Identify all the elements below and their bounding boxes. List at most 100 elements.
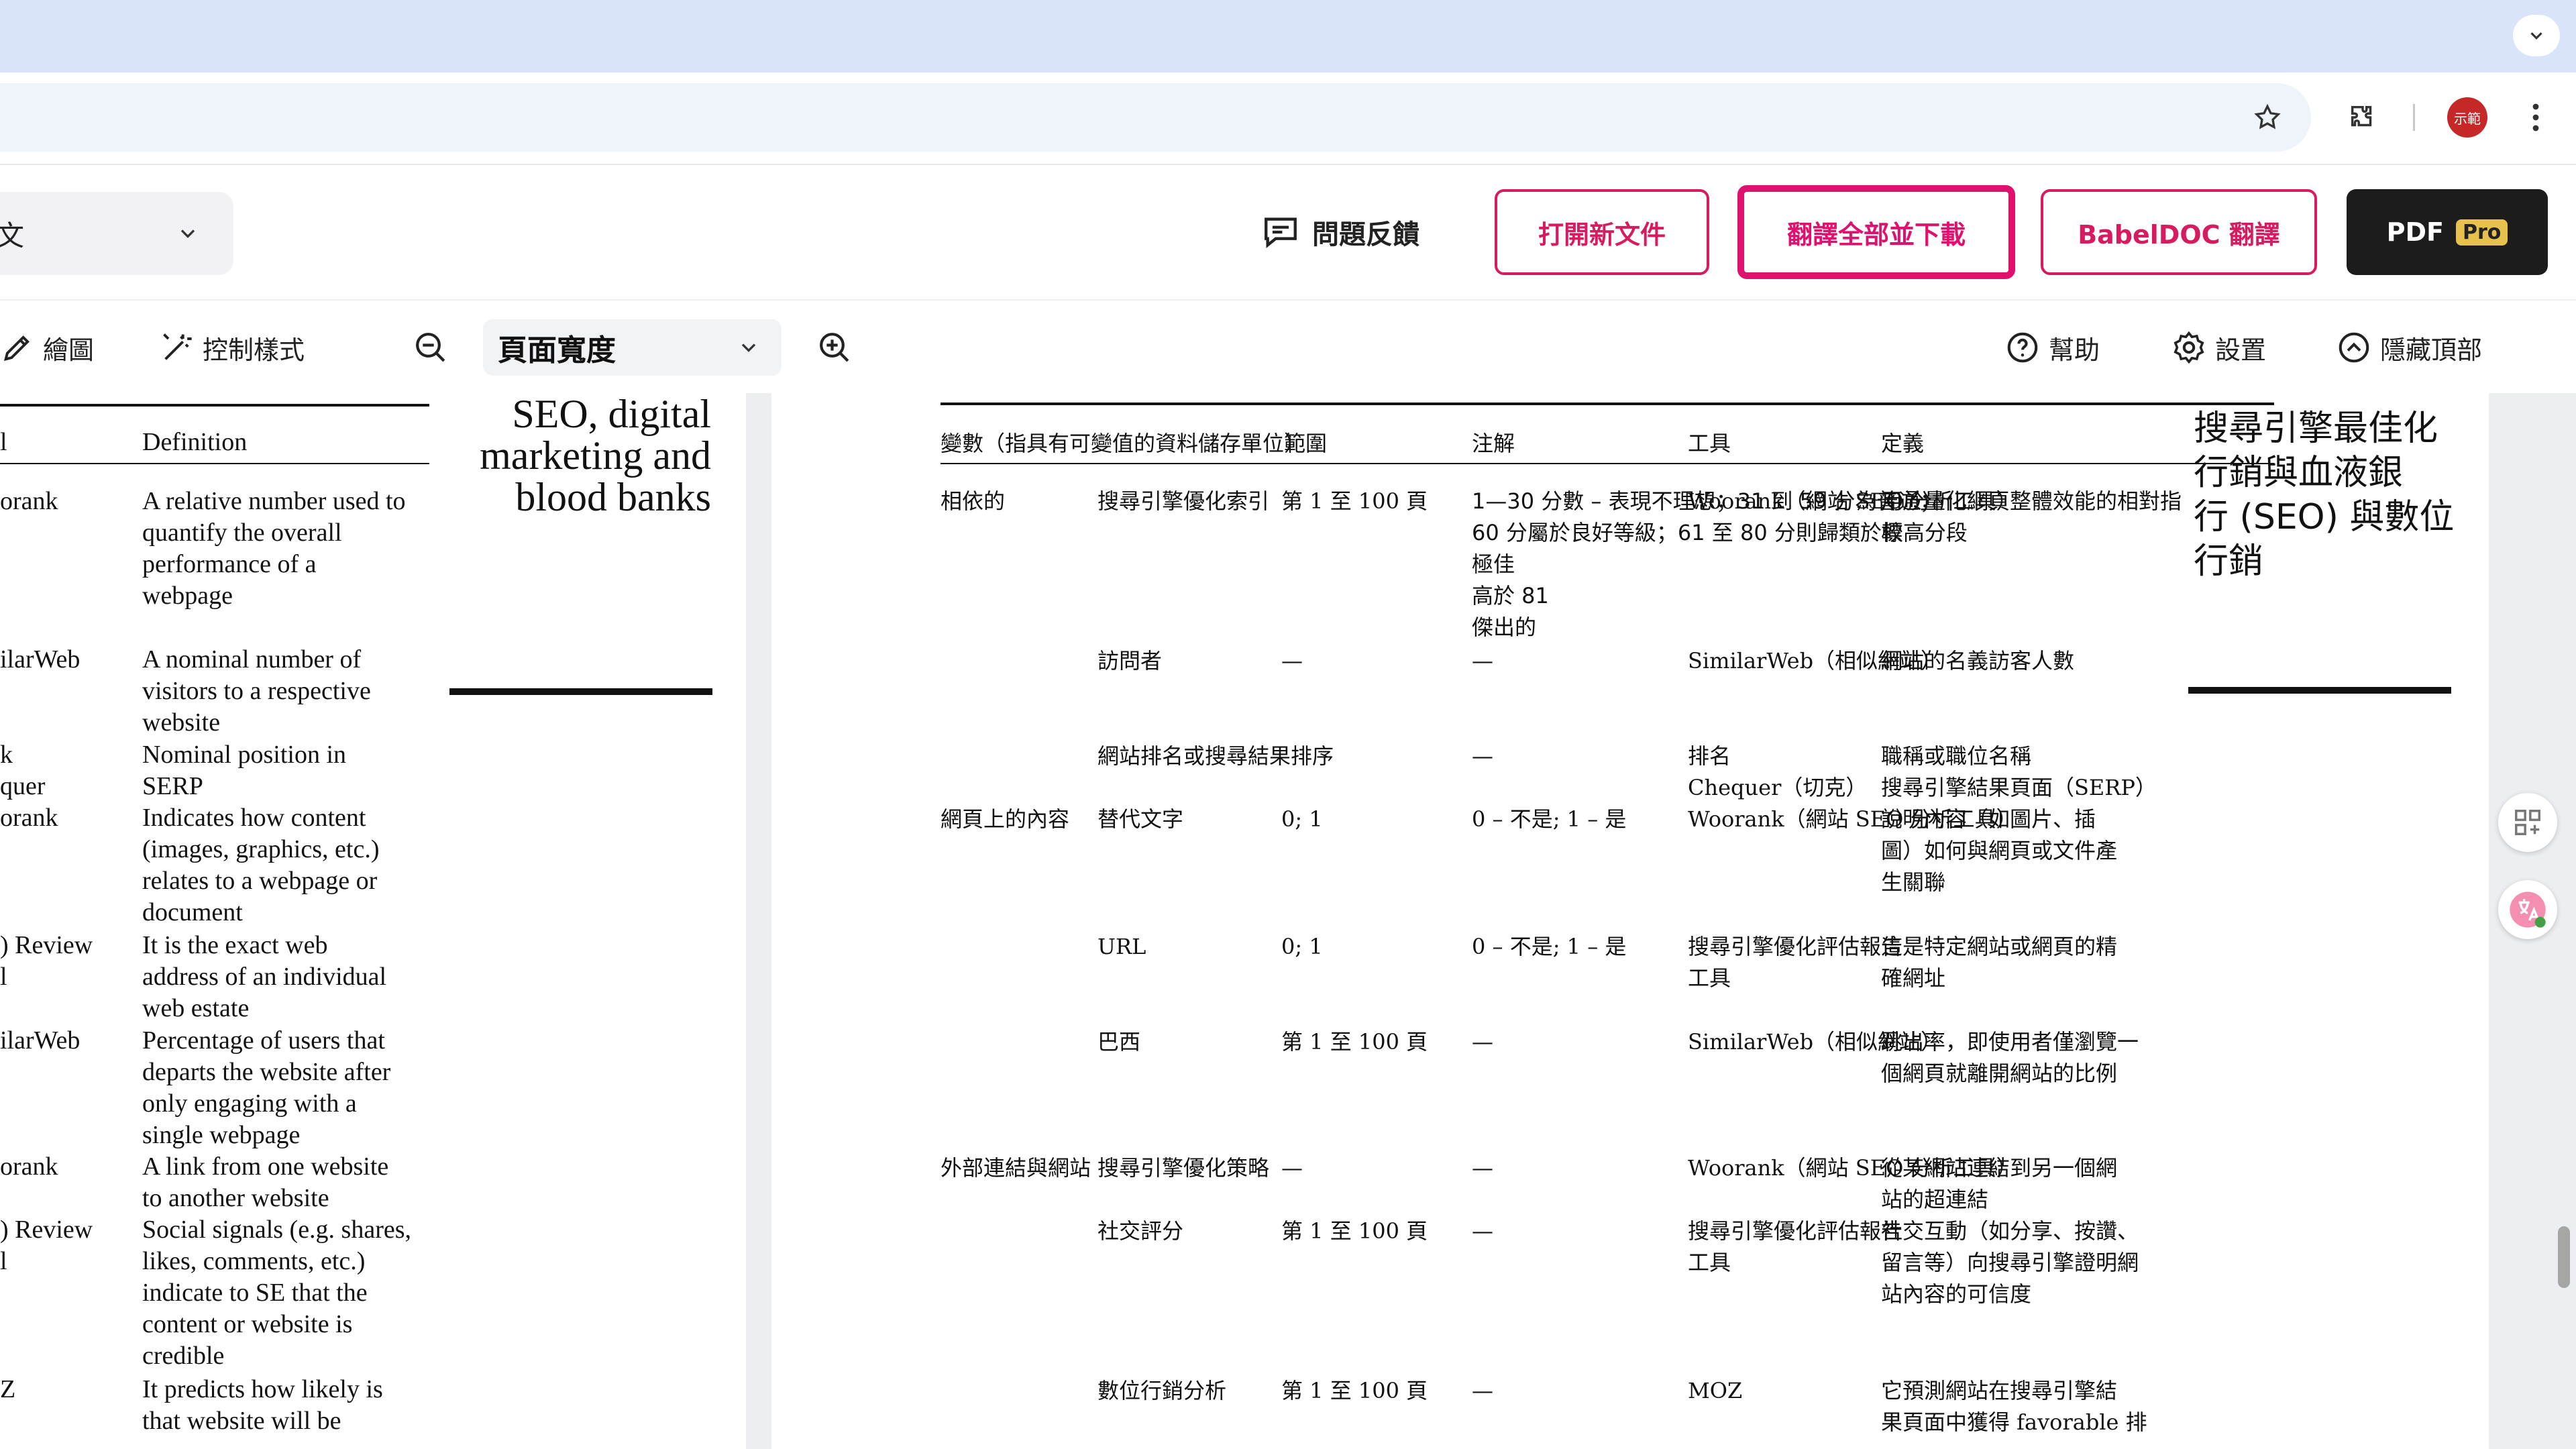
right-row-definition: 跳出率，即使用者僅瀏覽一 個網頁就離開網站的比例 bbox=[1881, 1029, 2139, 1086]
right-header-notes: 注解 bbox=[1472, 431, 1515, 456]
table-header-rule bbox=[0, 463, 429, 464]
browser-menu-icon[interactable] bbox=[2514, 96, 2557, 139]
open-new-file-label: 打開新文件 bbox=[1538, 219, 1666, 250]
right-row-tool: 排名 Chequer（切克） bbox=[1688, 743, 1868, 800]
right-row-range: 0; 1 bbox=[1281, 934, 1323, 959]
left-row-tool: k quer bbox=[0, 741, 46, 800]
left-row-tool: orank bbox=[0, 804, 58, 832]
address-bar[interactable] bbox=[0, 83, 2311, 152]
language-select[interactable]: 文 bbox=[0, 192, 233, 275]
language-select-value: 文 bbox=[0, 219, 25, 252]
translate-icon bbox=[2510, 892, 2546, 928]
feedback-label: 問題反饋 bbox=[1312, 219, 1419, 250]
sidebar-thick-rule bbox=[449, 688, 712, 695]
right-row-category: 相依的 bbox=[941, 488, 1006, 514]
left-row-definition: Percentage of users that departs the web… bbox=[142, 1026, 391, 1149]
left-header-tool: l bbox=[0, 428, 7, 456]
help-button[interactable]: 幫助 bbox=[2004, 326, 2100, 369]
left-row-definition: Indicates how content (images, graphics,… bbox=[142, 804, 380, 926]
draw-tool-button[interactable]: 繪圖 bbox=[0, 326, 94, 369]
bookmark-star-icon[interactable] bbox=[2246, 96, 2289, 139]
left-row-definition: A nominal number of visitors to a respec… bbox=[142, 645, 371, 737]
right-row-notes: — bbox=[1472, 1155, 1493, 1181]
left-row-tool: ) Review l bbox=[0, 1216, 93, 1275]
translate-widget-button[interactable] bbox=[2498, 880, 2557, 939]
settings-button[interactable]: 設置 bbox=[2171, 326, 2266, 369]
feedback-chat-icon bbox=[1265, 217, 1297, 248]
right-row-range: 第 1 至 100 頁 bbox=[1281, 1218, 1428, 1244]
original-page: l Definition SEO, digital marketing and … bbox=[0, 393, 746, 1449]
hide-top-label: 隱藏頂部 bbox=[2380, 335, 2483, 365]
right-row-variable: 巴西 bbox=[1097, 1029, 1141, 1055]
draw-pencil-icon bbox=[3, 335, 30, 362]
zoom-in-icon bbox=[820, 333, 849, 362]
left-row-definition: Nominal position in SERP bbox=[142, 741, 346, 800]
left-row-tool: ) Review l bbox=[0, 931, 93, 991]
right-row-variable: 數位行銷分析 bbox=[1097, 1378, 1227, 1403]
right-row-category: 外部連結與網站 bbox=[941, 1155, 1091, 1181]
right-row-range: 0; 1 bbox=[1281, 806, 1323, 832]
right-row-notes: — bbox=[1472, 1029, 1493, 1055]
right-row-range: 第 1 至 100 頁 bbox=[1281, 1378, 1428, 1403]
right-row-range: 第 1 至 100 頁 bbox=[1281, 1029, 1428, 1055]
extensions-puzzle-icon[interactable] bbox=[2341, 96, 2384, 139]
pdf-label: PDF bbox=[2386, 217, 2444, 247]
right-row-variable: 網站排名或搜尋結果排序 bbox=[1097, 743, 1334, 769]
pro-badge: Pro bbox=[2455, 219, 2508, 246]
right-row-notes: — bbox=[1472, 648, 1493, 674]
left-row-definition: A link from one website to another websi… bbox=[142, 1152, 389, 1212]
left-sidebar-title: SEO, digital marketing and blood banks bbox=[480, 392, 711, 519]
pdf-pro-button[interactable]: PDF Pro bbox=[2347, 189, 2548, 275]
profile-avatar-button[interactable]: 示範 bbox=[2447, 97, 2487, 138]
right-header-tool: 工具 bbox=[1688, 431, 1731, 456]
right-header-definition: 定義 bbox=[1881, 431, 1925, 456]
babeldoc-label: BabelDOC 翻譯 bbox=[2078, 219, 2280, 250]
zoom-out-button[interactable] bbox=[412, 329, 449, 369]
right-row-variable: 訪問者 bbox=[1097, 648, 1163, 674]
zoom-level-select[interactable]: 頁面寬度 bbox=[483, 319, 782, 376]
left-row-tool: Z bbox=[0, 1375, 16, 1403]
tab-search-button[interactable] bbox=[2513, 15, 2560, 56]
hide-top-button[interactable]: 隱藏頂部 bbox=[2336, 326, 2482, 369]
chevron-down-icon bbox=[741, 343, 756, 352]
right-row-definition: 社交互動（如分享、按讚、 留言等）向搜尋引擎證明網 站內容的可信度 bbox=[1881, 1218, 2139, 1307]
right-row-variable: 搜尋引擎優化策略 bbox=[1097, 1155, 1270, 1181]
right-row-variable: URL bbox=[1097, 934, 1146, 959]
help-question-icon bbox=[2007, 332, 2038, 363]
left-row-tool: orank bbox=[0, 1152, 58, 1181]
feedback-button[interactable]: 問題反饋 bbox=[1261, 208, 1419, 256]
right-row-definition: 說明內容（如圖片、插 圖）如何與網頁或文件產 生關聯 bbox=[1881, 806, 2118, 895]
right-row-notes: — bbox=[1472, 743, 1493, 769]
right-row-notes: 0 – 不是; 1 – 是 bbox=[1472, 934, 1627, 959]
left-row-definition: Social signals (e.g. shares, likes, comm… bbox=[142, 1216, 412, 1370]
right-row-tool: 搜尋引擎優化評估報告 工具 bbox=[1688, 1218, 1903, 1275]
control-style-button[interactable]: 控制樣式 bbox=[160, 326, 305, 369]
left-row-tool: ilarWeb bbox=[0, 1026, 80, 1055]
right-header-variable: 變數（指具有可變值的資料儲存單位） bbox=[941, 431, 1306, 456]
apps-grid-widget-button[interactable] bbox=[2498, 793, 2557, 852]
grid-plus-icon bbox=[2515, 810, 2540, 835]
right-row-variable: 搜尋引擎優化索引 bbox=[1097, 488, 1270, 514]
translate-all-download-button[interactable]: 翻譯全部並下載 bbox=[1737, 185, 2015, 279]
left-header-definition: Definition bbox=[142, 428, 248, 456]
right-row-notes: 0 – 不是; 1 – 是 bbox=[1472, 806, 1627, 832]
right-row-notes: — bbox=[1472, 1218, 1493, 1244]
settings-label: 設置 bbox=[2215, 335, 2267, 365]
right-row-definition: 它預測網站在搜尋引擎結 果頁面中獲得 favorable 排 bbox=[1881, 1378, 2147, 1435]
babeldoc-translate-button[interactable]: BabelDOC 翻譯 bbox=[2041, 189, 2317, 275]
gear-icon bbox=[2174, 331, 2204, 364]
left-row-tool: orank bbox=[0, 487, 58, 515]
right-row-tool: MOZ bbox=[1688, 1378, 1743, 1403]
right-row-variable: 替代文字 bbox=[1097, 806, 1184, 832]
open-new-file-button[interactable]: 打開新文件 bbox=[1495, 189, 1709, 275]
right-row-range: — bbox=[1281, 1155, 1303, 1181]
table-top-rule bbox=[0, 404, 429, 407]
zoom-level-value: 頁面寬度 bbox=[498, 333, 616, 368]
left-row-definition: A relative number used to quantify the o… bbox=[142, 487, 406, 610]
left-row-tool: ilarWeb bbox=[0, 645, 80, 674]
right-row-definition: 職稱或職位名稱 搜尋引擎結果頁面（SERP） bbox=[1881, 743, 2157, 800]
zoom-in-button[interactable] bbox=[816, 329, 853, 369]
left-row-definition: It is the exact web address of an indivi… bbox=[142, 931, 387, 1022]
document-scrollbar-thumb[interactable] bbox=[2558, 1226, 2570, 1288]
profile-avatar: 示範 bbox=[2447, 97, 2487, 138]
